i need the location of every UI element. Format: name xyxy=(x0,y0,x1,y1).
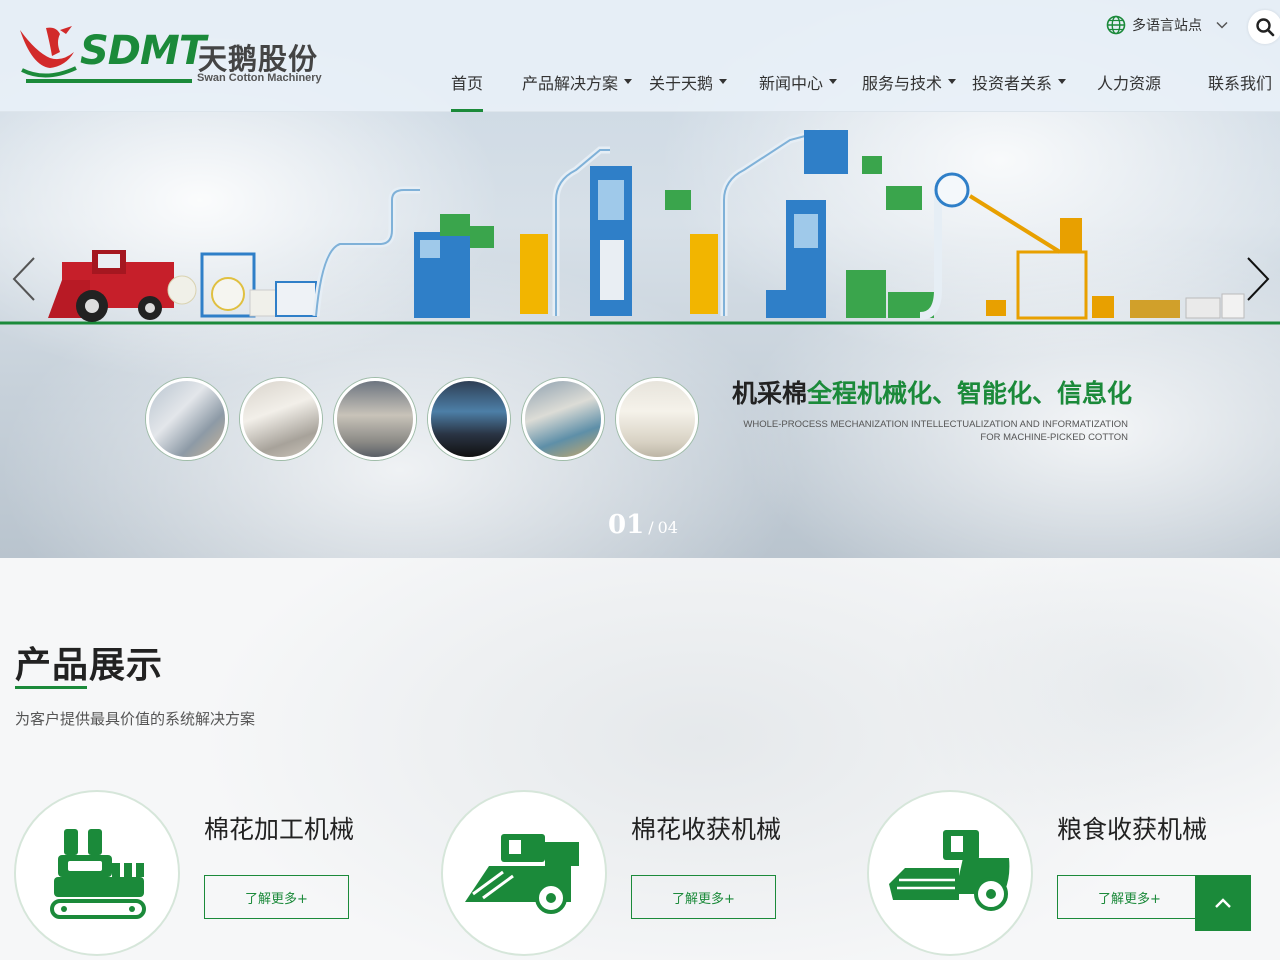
warehouse-photo-thumb xyxy=(522,378,604,460)
prev-slide-arrow[interactable] xyxy=(10,256,40,302)
slogan-green-text: 全程机械化、智能化、信息化 xyxy=(807,379,1133,408)
product-icon-circle[interactable] xyxy=(867,790,1033,956)
products-section: 产品展示 为客户提供最具价值的系统解决方案 棉花加工机械 了解更多+ 棉花收获机… xyxy=(0,558,1280,960)
nav-item-contact[interactable]: 联系我们 xyxy=(1208,66,1272,112)
nav-item-label: 产品解决方案 xyxy=(522,74,619,93)
nav-item-label: 关于天鹅 xyxy=(649,74,714,93)
product-card-title: 棉花加工机械 xyxy=(204,815,355,844)
slogan-en-line1: WHOLE-PROCESS MECHANIZATION INTELLECTUAL… xyxy=(743,419,1128,430)
caret-down-icon xyxy=(829,79,838,84)
nav-item-label: 首页 xyxy=(451,74,484,93)
chevron-down-icon xyxy=(1216,21,1228,29)
grain-harvester-icon xyxy=(889,830,1010,911)
globe-icon xyxy=(1106,15,1126,35)
product-card-title: 粮食收获机械 xyxy=(1057,815,1208,844)
language-label: 多语言站点 xyxy=(1132,18,1202,34)
caret-down-icon xyxy=(1058,79,1067,84)
product-icon-circle[interactable] xyxy=(14,790,180,956)
banner-slogan-english: WHOLE-PROCESS MECHANIZATION INTELLECTUAL… xyxy=(740,418,1128,444)
factory-photo-thumb xyxy=(146,378,228,460)
slide-separator: / xyxy=(648,518,654,537)
nav-item-label: 新闻中心 xyxy=(759,74,824,93)
slogan-dark-text: 机采棉 xyxy=(732,379,808,408)
site-header: SDMT 天鹅股份 Swan Cotton Machinery 多语言站点 首页… xyxy=(0,0,1280,112)
assembly-line-photo-thumb xyxy=(334,378,416,460)
cotton-harvester-icon xyxy=(465,834,579,914)
language-switcher[interactable]: 多语言站点 xyxy=(1106,14,1228,36)
section-title-underline xyxy=(15,686,87,689)
product-icon-circle[interactable] xyxy=(441,790,607,956)
current-slide-number: 01 xyxy=(608,510,645,540)
total-slides-number: 04 xyxy=(657,518,678,537)
nav-item-about[interactable]: 关于天鹅 xyxy=(649,66,728,112)
product-card-title: 棉花收获机械 xyxy=(631,815,782,844)
nav-item-hr[interactable]: 人力资源 xyxy=(1097,66,1161,112)
caret-down-icon xyxy=(719,79,728,84)
nav-item-products[interactable]: 产品解决方案 xyxy=(522,66,633,112)
workshop-photo-thumb xyxy=(240,378,322,460)
learn-more-button[interactable]: 了解更多+ xyxy=(631,875,776,919)
nav-item-label: 服务与技术 xyxy=(862,74,943,93)
main-nav: 首页 产品解决方案 关于天鹅 新闻中心 服务与技术 投资者关系 人力资源 联系我… xyxy=(0,66,1280,112)
search-icon xyxy=(1256,18,1275,37)
cotton-processing-machine-icon xyxy=(50,829,146,919)
search-button[interactable] xyxy=(1248,10,1280,44)
back-to-top-button[interactable] xyxy=(1195,875,1251,931)
banner-slogan: 机采棉全程机械化、智能化、信息化 xyxy=(732,374,1132,410)
nav-item-label: 人力资源 xyxy=(1097,74,1162,93)
section-subtitle: 为客户提供最具价值的系统解决方案 xyxy=(15,710,256,728)
nav-item-home[interactable]: 首页 xyxy=(451,66,484,112)
slide-counter: 01/04 xyxy=(608,510,678,540)
caret-down-icon xyxy=(624,79,633,84)
learn-more-button[interactable]: 了解更多+ xyxy=(1057,875,1202,919)
next-slide-arrow[interactable] xyxy=(1242,256,1272,302)
control-room-photo-thumb xyxy=(428,378,510,460)
caret-down-icon xyxy=(948,79,957,84)
chevron-up-icon xyxy=(1215,898,1231,908)
nav-item-news[interactable]: 新闻中心 xyxy=(759,66,838,112)
learn-more-button[interactable]: 了解更多+ xyxy=(204,875,349,919)
product-card-cotton-processing: 棉花加工机械 了解更多+ xyxy=(14,790,434,960)
slogan-en-line2: FOR MACHINE-PICKED COTTON xyxy=(980,432,1128,443)
product-card-cotton-harvester: 棉花收获机械 了解更多+ xyxy=(441,790,861,960)
section-title: 产品展示 xyxy=(15,645,164,686)
nav-item-label: 投资者关系 xyxy=(972,74,1053,93)
cotton-bales-photo-thumb xyxy=(616,378,698,460)
nav-item-service[interactable]: 服务与技术 xyxy=(862,66,957,112)
nav-item-label: 联系我们 xyxy=(1208,74,1273,93)
nav-item-investors[interactable]: 投资者关系 xyxy=(972,66,1067,112)
